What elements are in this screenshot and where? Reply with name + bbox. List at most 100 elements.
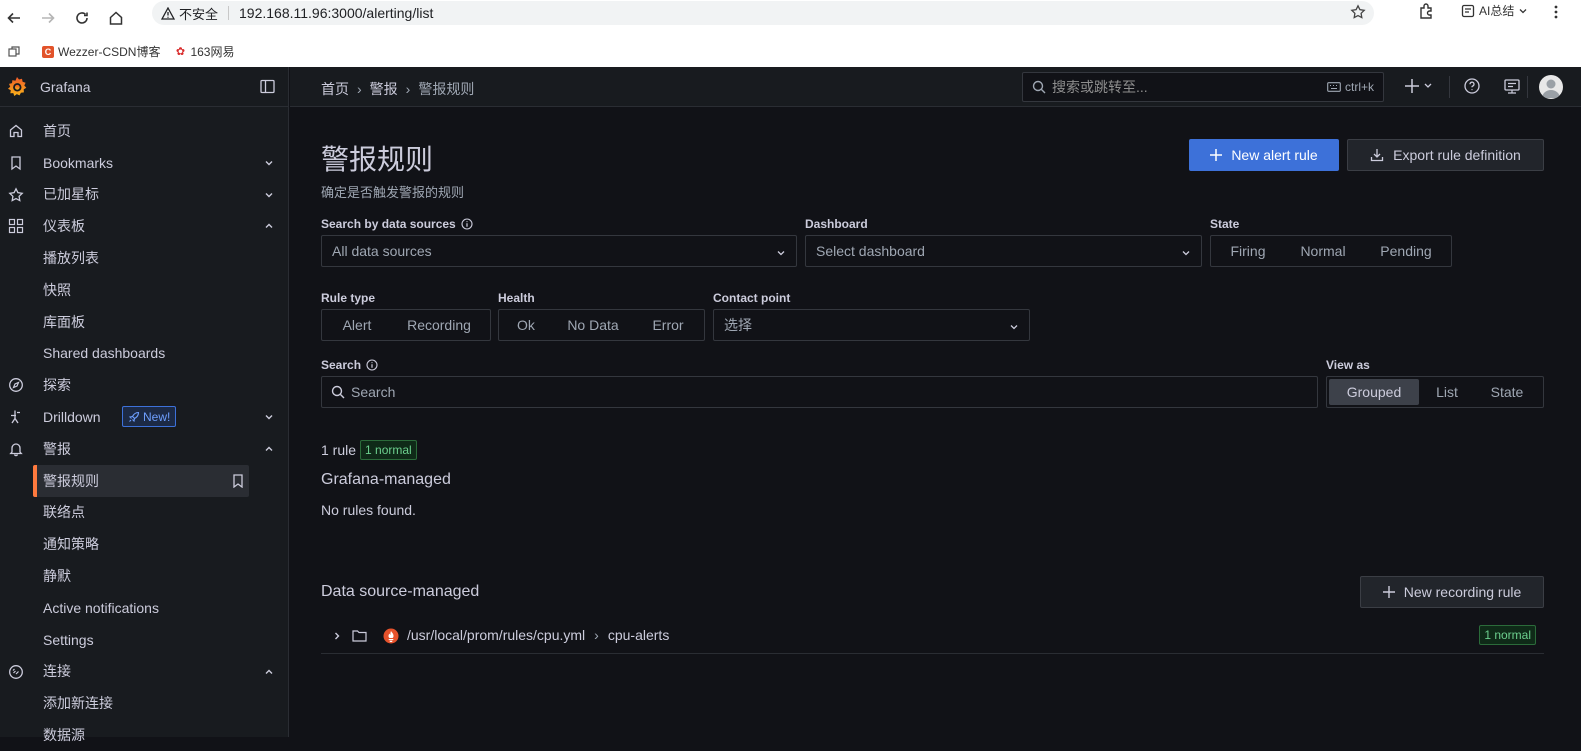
sidebar-item-playlists[interactable]: 播放列表 (0, 242, 288, 274)
sidebar-item-alerting[interactable]: 警报 (0, 433, 288, 465)
dashboard-select[interactable]: Select dashboard (805, 235, 1202, 267)
dock-menu-icon[interactable] (260, 79, 275, 94)
rule-group-row[interactable]: /usr/local/prom/rules/cpu.yml › cpu-aler… (321, 618, 1544, 654)
view-as-state[interactable]: State (1475, 379, 1539, 405)
sidebar-item-library-panels[interactable]: 库面板 (0, 306, 288, 338)
sidebar-item-alert-rules[interactable]: 警报规则 (33, 464, 249, 497)
export-rule-definition-button[interactable]: Export rule definition (1347, 139, 1544, 171)
avatar[interactable] (1539, 75, 1563, 99)
sidebar-item-label: 添加新连接 (43, 695, 113, 712)
breadcrumb-home[interactable]: 首页 (321, 79, 349, 99)
address-bar[interactable]: 不安全 192.168.11.96:3000/alerting/list (152, 1, 1374, 25)
tab-group-icon[interactable] (8, 45, 20, 58)
bookmark-icon (8, 155, 24, 171)
reload-icon[interactable] (72, 8, 92, 28)
sidebar-item-label: 播放列表 (43, 250, 99, 267)
sidebar-item-dashboards[interactable]: 仪表板 (0, 210, 288, 242)
sidebar-item-settings[interactable]: Settings (0, 624, 288, 656)
sidebar-item-label: 静默 (43, 568, 71, 585)
sidebar-item-home[interactable]: 首页 (0, 115, 288, 147)
forward-icon[interactable] (38, 8, 58, 28)
view-as-label: View as (1326, 358, 1370, 372)
bookmarks-bar: C Wezzer-CSDN博客 ✿ 163网易 (0, 36, 1581, 67)
more-icon[interactable] (1548, 4, 1564, 20)
chevron-down-icon[interactable] (264, 190, 274, 200)
rules-search-input[interactable]: Search (321, 376, 1318, 408)
datasource-managed-heading: Data source-managed (321, 583, 480, 600)
sidebar-item-active-notifications[interactable]: Active notifications (0, 592, 288, 624)
sidebar-item-label: 警报 (43, 440, 71, 457)
sidebar-item-shared-dashboards[interactable]: Shared dashboards (0, 338, 288, 370)
sidebar-item-data-sources[interactable]: 数据源 (0, 719, 288, 751)
sidebar-item-label: 通知策略 (43, 536, 99, 553)
contact-point-select[interactable]: 选择 (713, 309, 1030, 341)
chevron-right-icon[interactable] (332, 631, 342, 641)
new-alert-rule-button[interactable]: New alert rule (1189, 139, 1339, 171)
new-recording-rule-label: New recording rule (1403, 584, 1522, 600)
view-as-segmented-control: Grouped List State (1326, 376, 1544, 408)
sidebar-item-contact-points[interactable]: 联络点 (0, 497, 288, 529)
home-icon (8, 123, 24, 139)
chevron-up-icon[interactable] (264, 667, 274, 677)
netease-icon: ✿ (174, 45, 187, 58)
sidebar-item-notification-policies[interactable]: 通知策略 (0, 528, 288, 560)
sidebar-item-drilldown[interactable]: Drilldown New! (0, 401, 288, 433)
rule-type-alert[interactable]: Alert (324, 312, 390, 338)
extensions-icon[interactable] (1418, 2, 1436, 20)
help-icon[interactable] (1463, 77, 1481, 95)
sidebar-item-explore[interactable]: 探索 (0, 369, 288, 401)
state-pending[interactable]: Pending (1363, 238, 1449, 264)
bookmark-csdn[interactable]: C Wezzer-CSDN博客 (42, 43, 160, 60)
ai-summary-button[interactable]: AI总结 (1461, 2, 1528, 19)
grafana-managed-heading: Grafana-managed (321, 471, 451, 488)
sidebar-item-add-connection[interactable]: 添加新连接 (0, 687, 288, 719)
breadcrumb-alerting[interactable]: 警报 (370, 79, 398, 99)
contact-point-placeholder: 选择 (724, 317, 752, 333)
star-icon[interactable] (1350, 4, 1366, 20)
new-badge: New! (122, 406, 177, 428)
bookmark-163[interactable]: ✿ 163网易 (174, 43, 234, 60)
top-search-input[interactable]: 搜索或跳转至... ctrl+k (1022, 72, 1384, 102)
prometheus-icon (383, 628, 399, 644)
rule-type-recording[interactable]: Recording (390, 312, 488, 338)
back-icon[interactable] (4, 8, 24, 28)
datasource-select[interactable]: All data sources (321, 235, 797, 267)
ai-label: AI总结 (1479, 4, 1515, 18)
sidebar-item-label: Active notifications (43, 599, 159, 616)
sidebar-item-silences[interactable]: 静默 (0, 560, 288, 592)
state-normal[interactable]: Normal (1283, 238, 1363, 264)
breadcrumb-separator-icon: › (405, 81, 411, 97)
bookmark-icon[interactable] (232, 474, 244, 488)
chevron-up-icon[interactable] (264, 221, 274, 231)
health-ok[interactable]: Ok (501, 312, 551, 338)
sidebar-item-starred[interactable]: 已加星标 (0, 179, 288, 211)
news-icon[interactable] (1503, 77, 1521, 95)
health-no-data[interactable]: No Data (551, 312, 635, 338)
sidebar-item-bookmarks[interactable]: Bookmarks (0, 147, 288, 179)
health-error[interactable]: Error (635, 312, 701, 338)
new-recording-rule-button[interactable]: New recording rule (1360, 576, 1544, 608)
search-label-text: Search (321, 358, 362, 372)
health-label: Health (498, 291, 535, 305)
add-new-button[interactable] (1405, 77, 1435, 95)
url-text[interactable]: 192.168.11.96:3000/alerting/list (239, 5, 433, 21)
home-icon[interactable] (106, 8, 126, 28)
sidebar-item-snapshots[interactable]: 快照 (0, 274, 288, 306)
sidebar-item-connections[interactable]: 连接 (0, 656, 288, 688)
new-alert-rule-label: New alert rule (1231, 147, 1318, 163)
chevron-up-icon[interactable] (264, 444, 274, 454)
view-as-grouped[interactable]: Grouped (1329, 379, 1419, 405)
rule-count-text: 1 rule (321, 442, 357, 458)
sidebar-item-label: Shared dashboards (43, 345, 166, 362)
grafana-logo-icon[interactable] (5, 75, 29, 99)
plus-icon (1382, 586, 1395, 598)
search-label: Search (321, 358, 378, 372)
state-filter-label: State (1210, 217, 1240, 231)
chevron-down-icon[interactable] (264, 158, 274, 168)
state-firing[interactable]: Firing (1213, 238, 1283, 264)
view-as-list[interactable]: List (1419, 379, 1475, 405)
browser-toolbar: 不安全 192.168.11.96:3000/alerting/list AI总… (0, 0, 1581, 36)
chevron-down-icon[interactable] (264, 412, 274, 422)
rule-type-label: Rule type (321, 291, 376, 305)
security-warning[interactable]: 不安全 (161, 4, 218, 23)
